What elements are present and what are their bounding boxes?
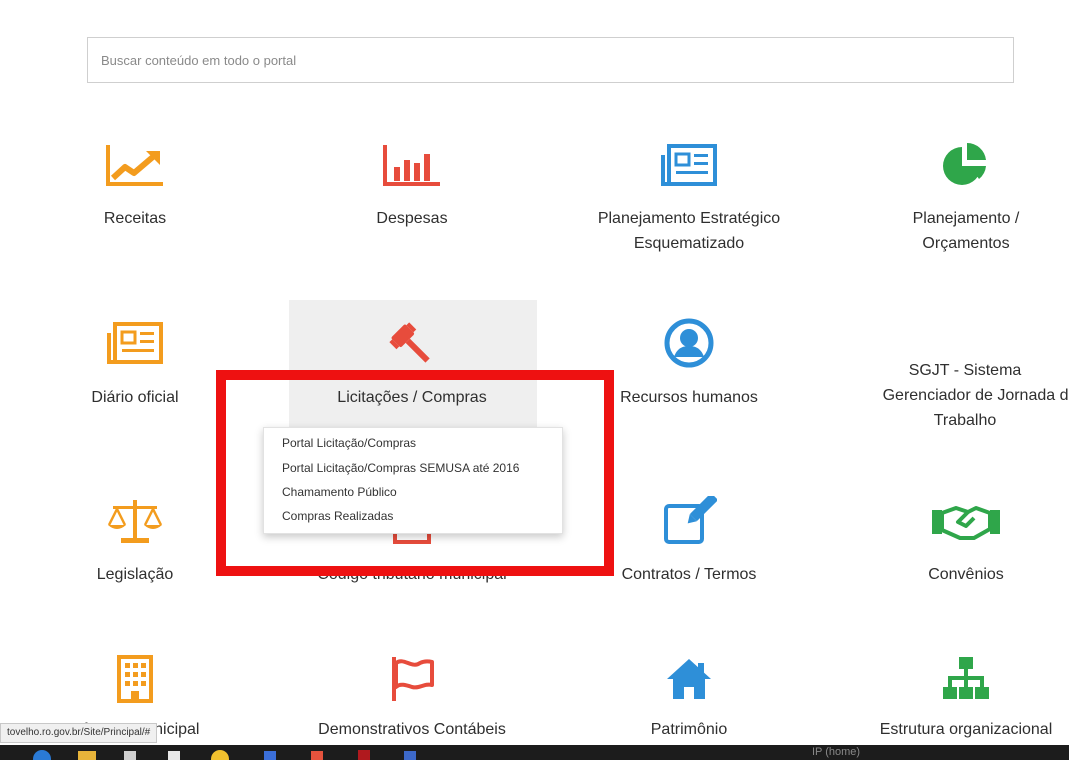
tile-label: Estrutura organizacional xyxy=(879,721,1053,738)
tile-label: Contratos / Termos xyxy=(621,566,757,583)
tile-despesas[interactable]: Despesas xyxy=(287,137,537,247)
tile-receitas[interactable]: Receitas xyxy=(10,137,260,247)
tile-label: Legislação xyxy=(96,566,174,583)
tile-label-line-2: Esquematizado xyxy=(633,235,745,252)
taskbar-folder-icon[interactable] xyxy=(75,747,99,760)
taskbar-start-icon[interactable] xyxy=(30,747,54,760)
tile-label-line-1: SGJT - Sistema xyxy=(908,362,1022,379)
tile-label: Patrimônio xyxy=(650,721,728,738)
taskbar-app-icon[interactable] xyxy=(118,747,142,760)
tile-licitacoes-compras[interactable]: Licitações / Compras xyxy=(287,318,537,418)
scale-icon xyxy=(10,496,260,546)
tile-label-line-2: Gerenciador de Jornada de xyxy=(882,387,1069,404)
tile-demonstrativos-contabeis[interactable]: Demonstrativos Contábeis xyxy=(287,654,537,744)
taskbar-app-icon[interactable] xyxy=(352,747,376,760)
taskbar-app-icon[interactable] xyxy=(258,747,282,760)
tile-label: Receitas xyxy=(103,210,167,227)
tile-label-line-1: Planejamento / xyxy=(912,210,1020,227)
tile-label-line-2: Orçamentos xyxy=(922,235,1010,252)
taskbar-app-icon[interactable] xyxy=(398,747,422,760)
gavel-icon xyxy=(287,320,537,370)
taskbar: IP (home) xyxy=(0,745,1069,760)
tile-legislacao[interactable]: Legislação xyxy=(10,494,260,594)
newspaper-icon xyxy=(564,140,814,190)
tile-sgjt[interactable]: SGJT - Sistema Gerenciador de Jornada de… xyxy=(840,358,1069,438)
tile-convenios[interactable]: Convênios xyxy=(841,494,1069,594)
search-box[interactable] xyxy=(87,37,1014,83)
tile-label-line-3: Trabalho xyxy=(933,412,997,429)
tile-label: Diário oficial xyxy=(91,389,179,406)
tile-label: Demonstrativos Contábeis xyxy=(318,721,506,738)
tile-label-line-1: Planejamento Estratégico xyxy=(597,210,781,227)
tile-recursos-humanos[interactable]: Recursos humanos xyxy=(564,318,814,418)
tile-label: Código tributário municipal xyxy=(317,566,507,583)
status-bar-url: tovelho.ro.gov.br/Site/Principal/# xyxy=(0,723,158,743)
home-icon xyxy=(564,654,814,704)
search-input[interactable] xyxy=(88,38,1013,82)
tile-label: Despesas xyxy=(376,210,448,227)
taskbar-text: IP (home) xyxy=(812,746,861,758)
handshake-icon xyxy=(841,496,1069,546)
tile-planejamento-estrategico[interactable]: Planejamento Estratégico Esquematizado xyxy=(564,137,814,257)
taskbar-chrome-icon[interactable] xyxy=(208,747,232,760)
sitemap-icon xyxy=(826,654,1069,704)
edit-icon xyxy=(564,496,814,546)
taskbar-app-icon[interactable] xyxy=(162,747,186,760)
licitacoes-dropdown-menu: Portal Licitação/Compras Portal Licitaçã… xyxy=(263,427,563,534)
flag-icon xyxy=(287,654,537,704)
menu-item-compras-realizadas[interactable]: Compras Realizadas xyxy=(282,509,393,524)
user-circle-icon xyxy=(564,318,814,368)
tile-diario-oficial[interactable]: Diário oficial xyxy=(10,318,260,418)
pie-chart-icon xyxy=(841,140,1069,190)
tile-estrutura-organizacional[interactable]: Estrutura organizacional xyxy=(826,654,1069,744)
menu-item-chamamento-publico[interactable]: Chamamento Público xyxy=(282,485,397,500)
newspaper-icon xyxy=(10,318,260,368)
tile-label: Recursos humanos xyxy=(620,389,758,406)
menu-item-portal-licitacao[interactable]: Portal Licitação/Compras xyxy=(282,436,416,451)
tile-label: Convênios xyxy=(928,566,1004,583)
chart-line-icon xyxy=(10,140,260,190)
tile-patrimonio[interactable]: Patrimônio xyxy=(564,654,814,744)
tile-label: Licitações / Compras xyxy=(337,389,487,406)
menu-item-portal-semusa[interactable]: Portal Licitação/Compras SEMUSA até 2016 xyxy=(282,461,519,476)
taskbar-app-icon[interactable] xyxy=(305,747,329,760)
building-icon xyxy=(10,654,260,704)
tile-planejamento-orcamentos[interactable]: Planejamento / Orçamentos xyxy=(841,137,1069,257)
tile-contratos-termos[interactable]: Contratos / Termos xyxy=(564,494,814,594)
bar-chart-icon xyxy=(287,140,537,190)
